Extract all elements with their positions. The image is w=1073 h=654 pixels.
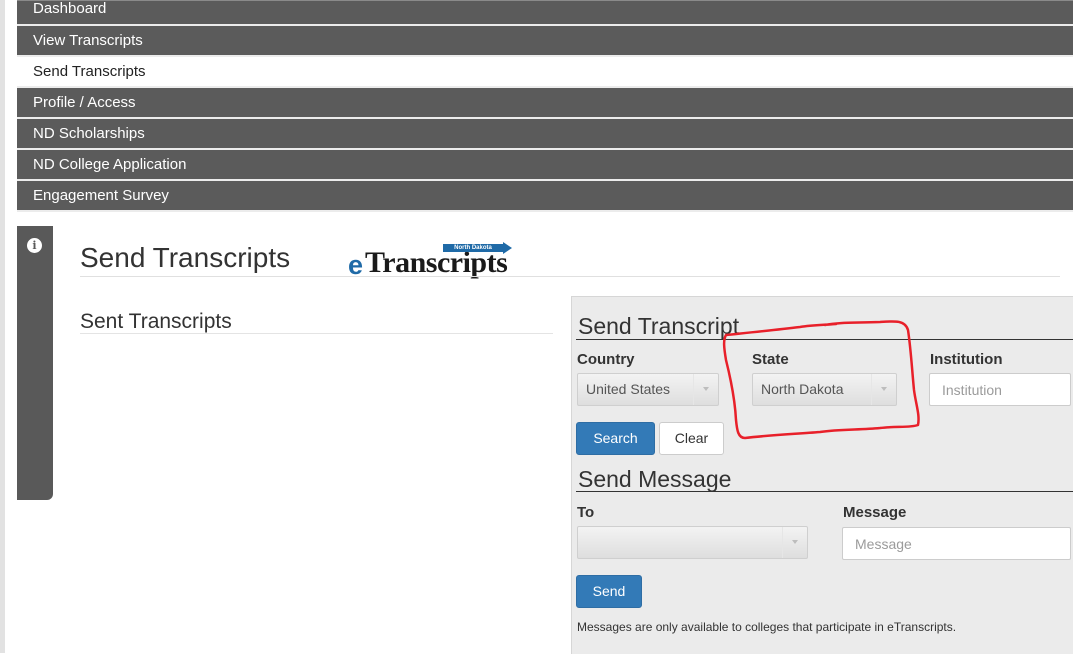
nav-item-engagement-survey[interactable]: Engagement Survey bbox=[17, 181, 1073, 212]
sent-transcripts-divider bbox=[80, 333, 553, 334]
send-button[interactable]: Send bbox=[576, 575, 642, 608]
institution-input[interactable] bbox=[929, 373, 1071, 406]
message-input[interactable] bbox=[842, 527, 1071, 560]
state-select-value: North Dakota bbox=[761, 381, 844, 397]
side-info-tab[interactable] bbox=[17, 226, 53, 500]
chevron-down-icon bbox=[782, 527, 807, 558]
nav-item-send-transcripts[interactable]: Send Transcripts bbox=[17, 57, 1073, 88]
logo-arrow-icon bbox=[503, 242, 512, 254]
to-label: To bbox=[577, 504, 595, 521]
send-message-divider bbox=[576, 491, 1073, 492]
search-button[interactable]: Search bbox=[576, 422, 655, 455]
left-gutter bbox=[0, 0, 5, 653]
etranscripts-logo: e Transcripts North Dakota bbox=[348, 242, 518, 280]
send-transcript-heading: Send Transcript bbox=[578, 313, 740, 339]
chevron-down-icon bbox=[871, 374, 896, 405]
nav-item-profile-access[interactable]: Profile / Access bbox=[17, 88, 1073, 119]
title-divider bbox=[80, 276, 1060, 277]
send-message-heading: Send Message bbox=[578, 466, 732, 492]
institution-label: Institution bbox=[930, 351, 1003, 368]
country-label: Country bbox=[577, 351, 635, 368]
sent-transcripts-heading: Sent Transcripts bbox=[80, 310, 232, 333]
main-nav: Dashboard View Transcripts Send Transcri… bbox=[17, 1, 1073, 212]
country-select-value: United States bbox=[586, 381, 671, 397]
nav-item-nd-college-application[interactable]: ND College Application bbox=[17, 150, 1073, 181]
send-transcript-divider bbox=[576, 339, 1073, 340]
message-label: Message bbox=[843, 504, 907, 521]
nav-item-dashboard[interactable]: Dashboard bbox=[17, 1, 1073, 26]
state-select[interactable]: North Dakota bbox=[752, 373, 897, 406]
chevron-down-icon bbox=[693, 374, 718, 405]
clear-button[interactable]: Clear bbox=[659, 422, 724, 455]
help-text: Messages are only available to colleges … bbox=[577, 620, 957, 634]
nav-item-nd-scholarships[interactable]: ND Scholarships bbox=[17, 119, 1073, 150]
page-title: Send Transcripts bbox=[80, 242, 291, 273]
logo-tagline: North Dakota bbox=[443, 244, 503, 252]
country-select[interactable]: United States bbox=[577, 373, 719, 406]
nav-item-view-transcripts[interactable]: View Transcripts bbox=[17, 26, 1073, 57]
to-select[interactable] bbox=[577, 526, 808, 559]
state-label: State bbox=[752, 351, 789, 368]
info-icon[interactable]: i bbox=[27, 238, 42, 253]
